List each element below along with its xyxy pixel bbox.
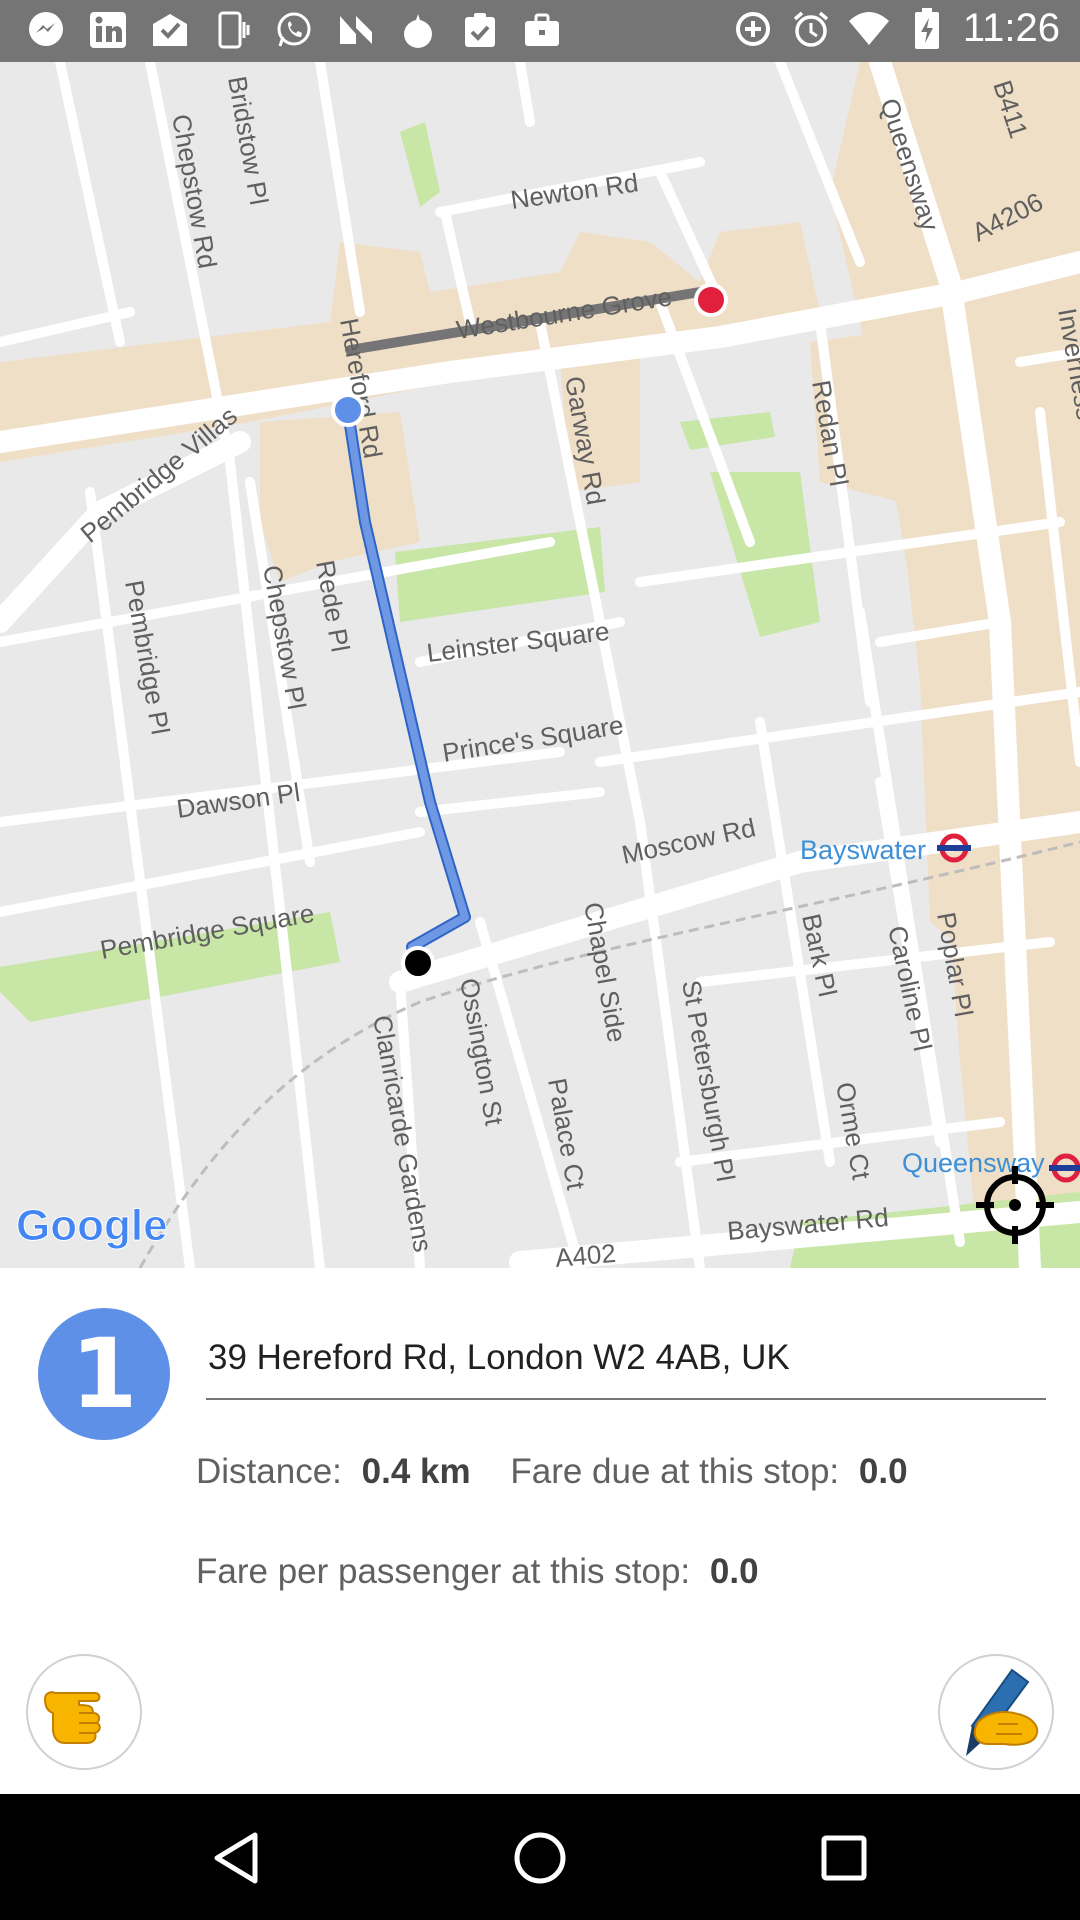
fare-per-passenger-row: Fare per passenger at this stop: 0.0 — [196, 1552, 759, 1592]
label-rede-pl: Rede Pl — [310, 558, 356, 654]
label-caroline-pl: Caroline Pl — [882, 923, 938, 1054]
back-icon[interactable] — [204, 1826, 268, 1890]
fare-per-passenger-label: Fare per passenger at this stop: — [196, 1552, 691, 1591]
label-leinster-square: Leinster Square — [425, 616, 611, 668]
status-bar: 11:26 — [0, 0, 1080, 62]
start-marker[interactable] — [331, 393, 365, 427]
clipboard-check-icon — [458, 8, 502, 52]
clock: 11:26 — [962, 6, 1060, 50]
wifi-icon — [847, 7, 891, 51]
label-pembridge-pl: Pembridge Pl — [119, 578, 176, 737]
address-input[interactable] — [206, 1338, 1046, 1400]
fare-per-passenger-value: 0.0 — [709, 1552, 759, 1591]
select-stop-button[interactable] — [26, 1654, 142, 1770]
label-bridstow-pl: Bridstow Pl — [222, 74, 274, 207]
fare-due-label: Fare due at this stop: — [510, 1452, 840, 1491]
n-logo-icon — [334, 8, 378, 52]
data-saver-icon — [731, 7, 775, 51]
notification-icons — [24, 8, 564, 52]
mail-check-icon — [148, 8, 192, 52]
recents-icon[interactable] — [812, 1826, 876, 1890]
distance-value: 0.4 km — [361, 1452, 471, 1491]
stop-number-badge: 1 — [38, 1308, 170, 1440]
label-orme-ct: Orme Ct — [830, 1080, 877, 1183]
home-icon[interactable] — [508, 1826, 572, 1890]
current-position-marker[interactable] — [401, 946, 435, 980]
drop-icon — [396, 8, 440, 52]
distance-label: Distance: — [196, 1452, 342, 1491]
google-logo: Google — [16, 1201, 168, 1250]
map-view[interactable]: Newton Rd Westbourne Grove Queensway B41… — [0, 62, 1080, 1268]
map-canvas[interactable]: Newton Rd Westbourne Grove Queensway B41… — [0, 62, 1080, 1268]
label-newton-rd: Newton Rd — [509, 167, 641, 215]
edit-stop-button[interactable] — [938, 1654, 1054, 1770]
my-location-crosshair-icon[interactable] — [974, 1164, 1056, 1246]
messenger-icon — [24, 8, 68, 52]
label-bayswater-station: Bayswater — [800, 835, 926, 865]
pointing-hand-icon — [43, 1691, 101, 1744]
label-dawson-pl: Dawson Pl — [175, 777, 302, 824]
label-a402: A402 — [554, 1238, 617, 1268]
distance-fare-row: Distance: 0.4 km Fare due at this stop: … — [196, 1452, 908, 1492]
phone-vibrate-icon — [210, 8, 254, 52]
destination-marker[interactable] — [694, 283, 728, 317]
system-icons: 11:26 — [731, 6, 1060, 51]
fare-due-value: 0.0 — [858, 1452, 908, 1491]
battery-charging-icon — [905, 7, 949, 51]
stop-details-panel: 1 Distance: 0.4 km Fare due at this stop… — [0, 1268, 1080, 1794]
system-nav-bar — [0, 1794, 1080, 1920]
linkedin-icon — [86, 8, 130, 52]
label-clanricarde-gardens: Clanricarde Gardens — [367, 1013, 438, 1254]
writing-hand-icon — [966, 1668, 1039, 1756]
alarm-icon — [789, 7, 833, 51]
briefcase-icon — [520, 8, 564, 52]
whatsapp-icon — [272, 8, 316, 52]
